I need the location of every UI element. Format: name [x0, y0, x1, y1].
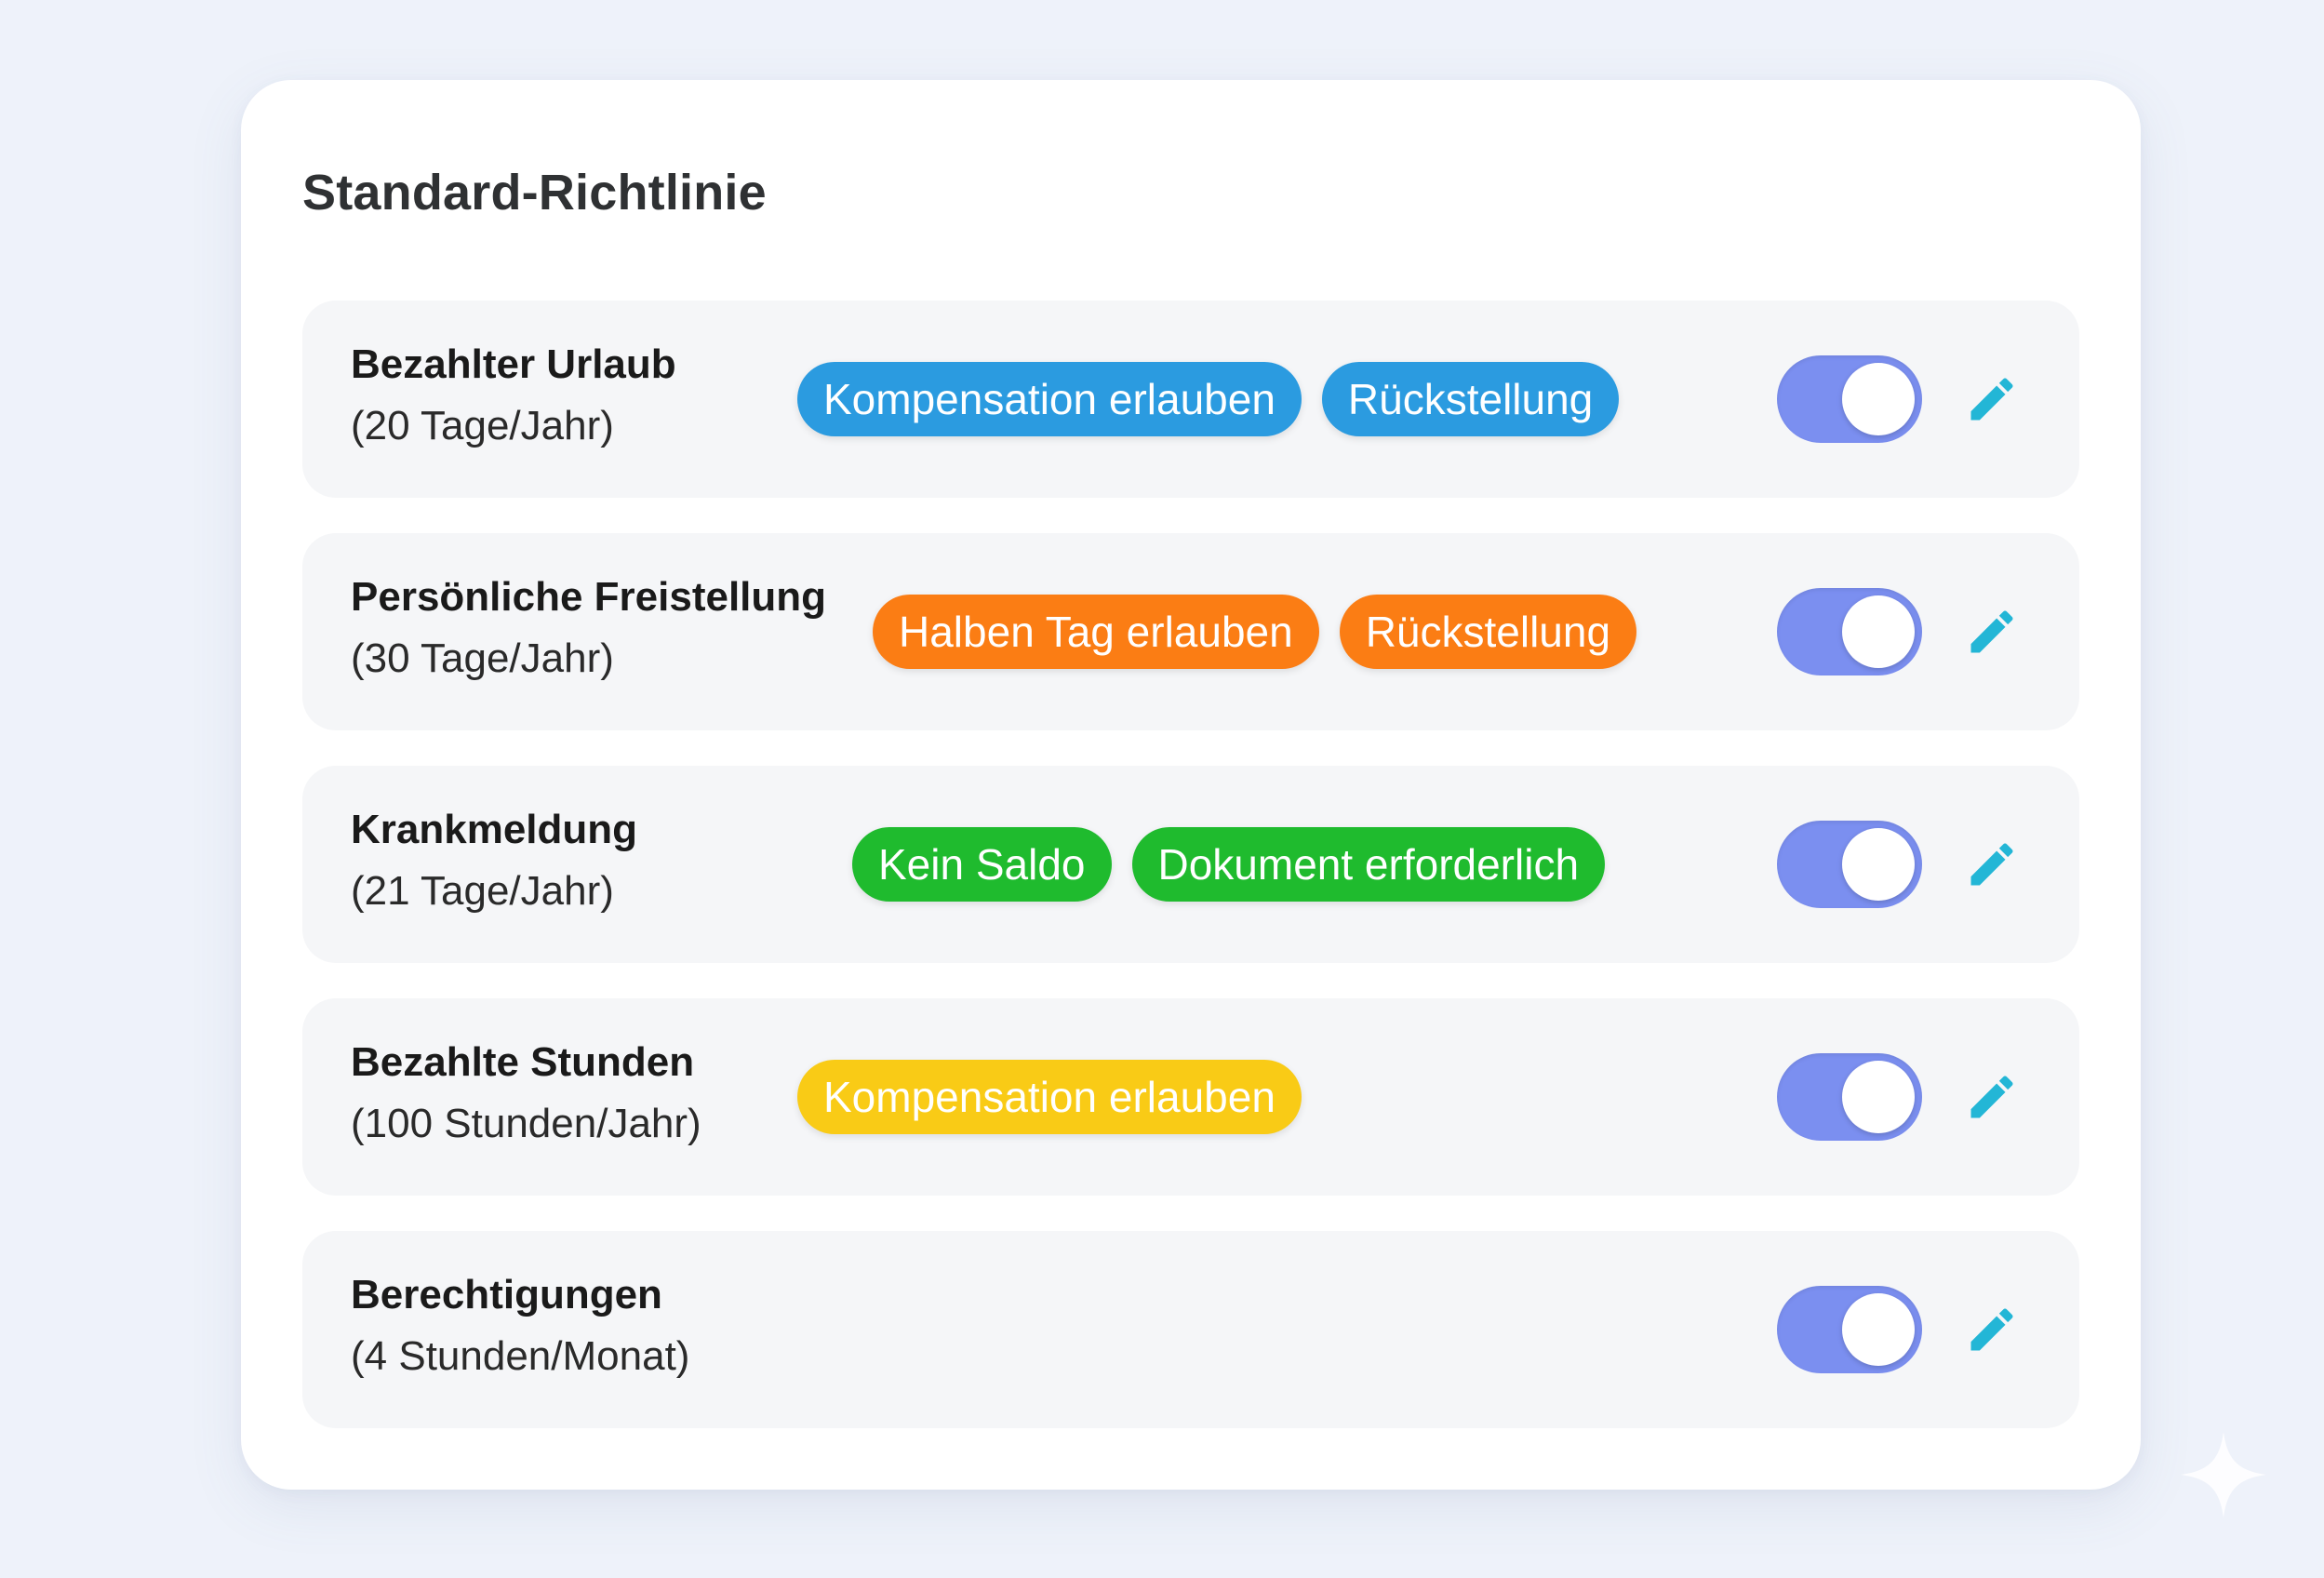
policy-tag: Kompensation erlauben — [797, 1060, 1302, 1134]
policy-tag: Rückstellung — [1321, 362, 1620, 436]
policy-tag: Kompensation erlauben — [797, 362, 1302, 436]
policy-tags: Kompensation erlauben — [797, 1060, 1302, 1134]
page-title: Standard-Richtlinie — [302, 165, 767, 221]
policy-tags: Kompensation erlauben Rückstellung — [797, 362, 1620, 436]
policy-enabled-toggle[interactable] — [1777, 1286, 1922, 1373]
policy-tag: Rückstellung — [1339, 595, 1637, 669]
policy-card: Standard-Richtlinie Bezahlter Urlaub (20… — [241, 80, 2141, 1490]
policy-name: Bezahlter Urlaub — [351, 341, 676, 387]
policy-row-persoenliche-freistellung: Persönliche Freistellung (30 Tage/Jahr) … — [302, 533, 2079, 730]
edit-pencil-icon[interactable] — [1964, 1302, 2020, 1357]
policy-allowance: (30 Tage/Jahr) — [351, 635, 614, 681]
edit-pencil-icon[interactable] — [1964, 371, 2020, 427]
edit-pencil-icon[interactable] — [1964, 604, 2020, 660]
toggle-knob — [1842, 1061, 1915, 1133]
policy-row-bezahlte-stunden: Bezahlte Stunden (100 Stunden/Jahr) Komp… — [302, 998, 2079, 1196]
policy-enabled-toggle[interactable] — [1777, 355, 1922, 443]
policy-name: Berechtigungen — [351, 1272, 662, 1317]
edit-pencil-icon[interactable] — [1964, 836, 2020, 892]
policy-tag: Dokument erforderlich — [1131, 827, 1606, 902]
toggle-knob — [1842, 1293, 1915, 1366]
policy-enabled-toggle[interactable] — [1777, 821, 1922, 908]
policy-allowance: (20 Tage/Jahr) — [351, 403, 614, 448]
policy-name: Bezahlte Stunden — [351, 1039, 695, 1085]
sparkle-icon — [2177, 1428, 2270, 1521]
policy-row-krankmeldung: Krankmeldung (21 Tage/Jahr) Kein Saldo D… — [302, 766, 2079, 963]
policy-enabled-toggle[interactable] — [1777, 588, 1922, 675]
policy-allowance: (21 Tage/Jahr) — [351, 868, 614, 914]
policy-allowance: (4 Stunden/Monat) — [351, 1333, 690, 1379]
toggle-knob — [1842, 363, 1915, 435]
policy-row-berechtigungen: Berechtigungen (4 Stunden/Monat) — [302, 1231, 2079, 1428]
policy-row-bezahlter-urlaub: Bezahlter Urlaub (20 Tage/Jahr) Kompensa… — [302, 301, 2079, 498]
policy-name: Persönliche Freistellung — [351, 574, 827, 620]
toggle-knob — [1842, 595, 1915, 668]
policy-name: Krankmeldung — [351, 807, 638, 852]
policy-allowance: (100 Stunden/Jahr) — [351, 1101, 701, 1146]
policy-enabled-toggle[interactable] — [1777, 1053, 1922, 1141]
policy-tags: Halben Tag erlauben Rückstellung — [873, 595, 1637, 669]
policy-tag: Kein Saldo — [852, 827, 1112, 902]
edit-pencil-icon[interactable] — [1964, 1069, 2020, 1125]
policy-tags: Kein Saldo Dokument erforderlich — [852, 827, 1606, 902]
toggle-knob — [1842, 828, 1915, 901]
policy-tag: Halben Tag erlauben — [873, 595, 1319, 669]
